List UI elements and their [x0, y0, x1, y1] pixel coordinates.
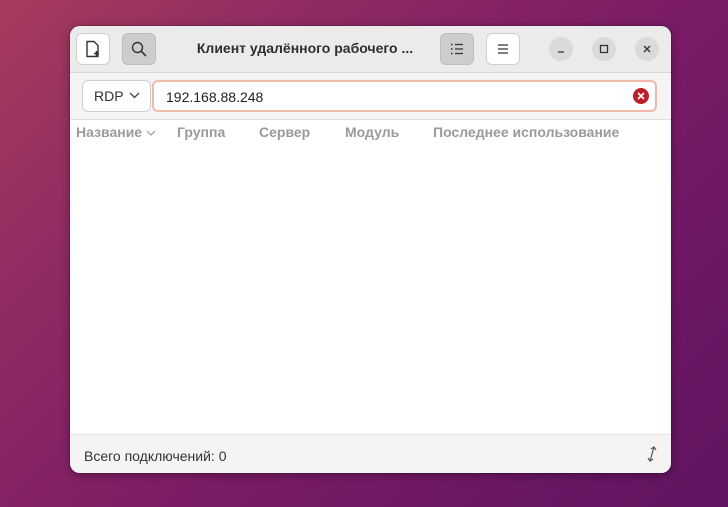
quick-connect-field[interactable] — [152, 80, 657, 112]
close-button[interactable] — [635, 37, 659, 61]
sort-down-icon — [146, 130, 156, 137]
column-header-module[interactable]: Модуль — [345, 124, 399, 140]
close-icon — [643, 45, 651, 53]
list-view-button[interactable] — [440, 33, 474, 65]
clear-icon — [637, 92, 645, 100]
minimize-button[interactable] — [549, 37, 573, 61]
search-button[interactable] — [122, 33, 156, 65]
minimize-icon — [558, 51, 564, 53]
column-header-group[interactable]: Группа — [177, 124, 225, 140]
protocol-selector[interactable]: RDP — [82, 80, 151, 112]
quick-connect-bar: RDP — [70, 73, 671, 120]
status-bar: Всего подключений: 0 — [70, 434, 671, 473]
maximize-icon — [599, 44, 609, 54]
column-headers: Название Группа Сервер Модуль Последнее … — [70, 120, 671, 144]
hamburger-menu-icon — [498, 44, 508, 54]
resize-icon[interactable] — [645, 446, 659, 462]
header-bar: Клиент удалённого рабочего ... — [70, 26, 671, 73]
main-menu-button[interactable] — [486, 33, 520, 65]
remmina-window: Клиент удалённого рабочего ... RDP 192.1… — [70, 26, 671, 473]
server-address-input[interactable] — [166, 87, 626, 107]
connection-count: Всего подключений: 0 — [84, 448, 227, 464]
maximize-button[interactable] — [592, 37, 616, 61]
chevron-down-icon — [129, 92, 140, 99]
clear-field-button[interactable] — [633, 88, 649, 104]
connection-list[interactable] — [70, 144, 671, 434]
column-header-name[interactable]: Название — [76, 124, 156, 140]
new-connection-icon — [86, 40, 99, 58]
protocol-label: RDP — [94, 88, 124, 104]
list-view-icon — [451, 43, 463, 55]
search-icon — [131, 41, 147, 57]
new-connection-button[interactable] — [76, 33, 110, 65]
column-header-last-used[interactable]: Последнее использование — [433, 124, 619, 140]
column-header-server[interactable]: Сервер — [259, 124, 310, 140]
window-title: Клиент удалённого рабочего ... — [196, 40, 414, 56]
